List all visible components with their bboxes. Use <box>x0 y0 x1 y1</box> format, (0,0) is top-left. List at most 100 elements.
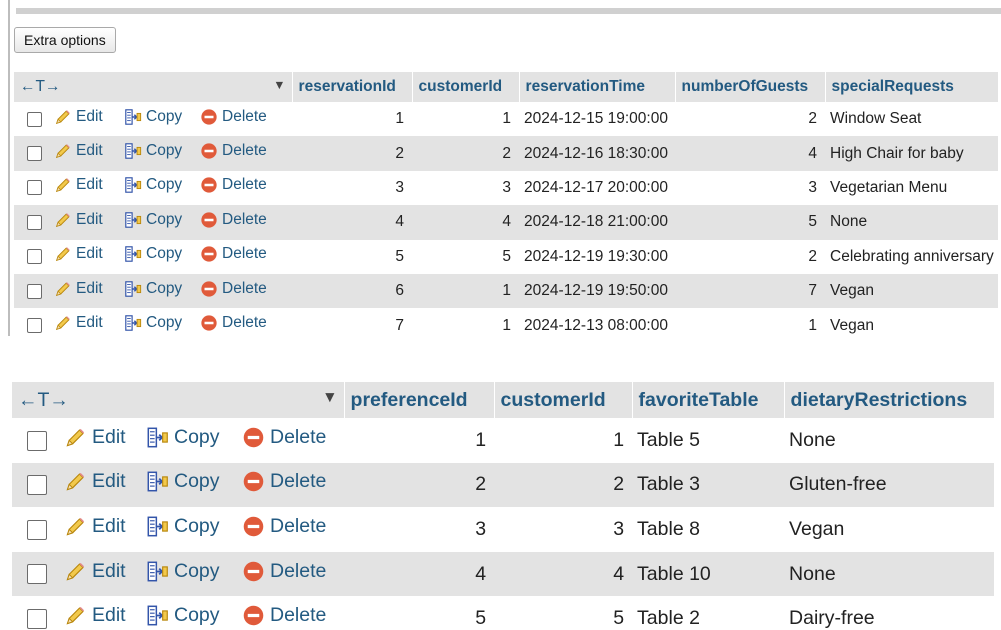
copy-link[interactable]: Copy <box>124 176 182 194</box>
delete-link[interactable]: Delete <box>242 560 326 583</box>
data-cell[interactable]: 4 <box>292 205 413 240</box>
data-cell[interactable]: 4 <box>412 205 520 240</box>
delete-link[interactable]: Delete <box>242 470 326 493</box>
row-checkbox[interactable] <box>27 317 42 333</box>
delete-link[interactable]: Delete <box>200 176 267 194</box>
row-checkbox[interactable] <box>27 475 47 496</box>
copy-link[interactable]: Copy <box>146 470 220 493</box>
data-cell[interactable]: High Chair for baby <box>825 136 999 171</box>
row-checkbox[interactable] <box>27 214 42 230</box>
data-cell[interactable]: 2024-12-18 21:00:00 <box>519 205 676 240</box>
data-cell[interactable]: 1 <box>675 308 826 343</box>
data-cell[interactable]: Window Seat <box>825 102 999 137</box>
copy-link[interactable]: Copy <box>124 245 182 263</box>
data-cell[interactable]: 1 <box>494 418 633 463</box>
delete-link[interactable]: Delete <box>200 314 267 332</box>
delete-link[interactable]: Delete <box>200 245 267 263</box>
column-header-customerId[interactable]: customerId <box>494 382 633 418</box>
column-header-favoriteTable[interactable]: favoriteTable <box>632 382 785 418</box>
data-cell[interactable]: Dairy-free <box>784 596 995 630</box>
data-cell[interactable]: 5 <box>412 239 520 274</box>
data-cell[interactable]: 2 <box>412 136 520 171</box>
data-cell[interactable]: 7 <box>292 308 413 343</box>
data-cell[interactable]: Table 8 <box>632 507 785 552</box>
copy-link[interactable]: Copy <box>146 426 220 449</box>
data-cell[interactable]: 2 <box>494 462 633 508</box>
data-cell[interactable]: 3 <box>494 507 633 552</box>
edit-link[interactable]: Edit <box>54 245 103 263</box>
edit-link[interactable]: Edit <box>54 314 103 332</box>
row-checkbox[interactable] <box>27 519 47 540</box>
column-header-specialRequests[interactable]: specialRequests <box>825 72 999 102</box>
row-checkbox[interactable] <box>27 145 42 161</box>
data-cell[interactable]: Gluten-free <box>784 462 995 508</box>
data-cell[interactable]: 3 <box>675 170 826 206</box>
copy-link[interactable]: Copy <box>124 211 182 229</box>
data-cell[interactable]: 1 <box>412 102 520 137</box>
delete-link[interactable]: Delete <box>200 211 267 229</box>
horizontal-scrollbar[interactable] <box>16 8 1001 14</box>
data-cell[interactable]: 3 <box>292 170 413 206</box>
copy-link[interactable]: Copy <box>124 314 182 332</box>
data-cell[interactable]: 3 <box>412 170 520 206</box>
column-header-reservationId[interactable]: reservationId <box>292 72 413 102</box>
data-cell[interactable]: 1 <box>412 273 520 309</box>
data-cell[interactable]: 2024-12-17 20:00:00 <box>519 170 676 206</box>
data-cell[interactable]: Table 3 <box>632 462 785 508</box>
row-checkbox[interactable] <box>27 249 42 265</box>
data-cell[interactable]: 2024-12-19 19:30:00 <box>519 239 676 274</box>
delete-link[interactable]: Delete <box>242 604 326 627</box>
data-cell[interactable]: 5 <box>292 239 413 274</box>
data-cell[interactable]: 5 <box>675 205 826 240</box>
copy-link[interactable]: Copy <box>146 560 220 583</box>
data-cell[interactable]: 4 <box>675 136 826 171</box>
edit-link[interactable]: Edit <box>64 515 126 538</box>
data-cell[interactable]: None <box>784 551 995 597</box>
edit-link[interactable]: Edit <box>54 211 103 229</box>
data-cell[interactable]: 2 <box>675 239 826 274</box>
copy-link[interactable]: Copy <box>146 515 220 538</box>
column-arrows-control[interactable]: ←T→ <box>14 78 60 96</box>
copy-link[interactable]: Copy <box>124 280 182 298</box>
data-cell[interactable]: 2 <box>344 462 495 508</box>
sort-options-caret[interactable]: ▼ <box>322 389 337 407</box>
edit-link[interactable]: Edit <box>54 108 103 126</box>
data-cell[interactable]: 2024-12-16 18:30:00 <box>519 136 676 171</box>
row-checkbox[interactable] <box>27 111 42 127</box>
data-cell[interactable]: Celebrating anniversary <box>825 239 999 274</box>
data-cell[interactable]: 2 <box>675 102 826 137</box>
data-cell[interactable]: 2024-12-13 08:00:00 <box>519 308 676 343</box>
edit-link[interactable]: Edit <box>64 560 126 583</box>
data-cell[interactable]: 2024-12-19 19:50:00 <box>519 273 676 309</box>
data-cell[interactable]: 4 <box>344 551 495 597</box>
edit-link[interactable]: Edit <box>54 142 103 160</box>
data-cell[interactable]: Vegan <box>784 507 995 552</box>
edit-link[interactable]: Edit <box>54 176 103 194</box>
column-header-numberOfGuests[interactable]: numberOfGuests <box>675 72 826 102</box>
copy-link[interactable]: Copy <box>124 108 182 126</box>
data-cell[interactable]: 7 <box>675 273 826 309</box>
data-cell[interactable]: Vegetarian Menu <box>825 170 999 206</box>
data-cell[interactable]: 5 <box>344 596 495 630</box>
sort-options-caret[interactable]: ▼ <box>273 78 285 92</box>
delete-link[interactable]: Delete <box>242 515 326 538</box>
edit-link[interactable]: Edit <box>54 280 103 298</box>
data-cell[interactable]: Vegan <box>825 308 999 343</box>
extra-options-button[interactable]: Extra options <box>14 27 116 53</box>
column-header-reservationTime[interactable]: reservationTime <box>519 72 676 102</box>
data-cell[interactable]: 1 <box>344 418 495 463</box>
column-header-dietaryRestrictions[interactable]: dietaryRestrictions <box>784 382 995 418</box>
edit-link[interactable]: Edit <box>64 604 126 627</box>
row-checkbox[interactable] <box>27 564 47 585</box>
data-cell[interactable]: None <box>825 205 999 240</box>
copy-link[interactable]: Copy <box>124 142 182 160</box>
data-cell[interactable]: Vegan <box>825 273 999 309</box>
edit-link[interactable]: Edit <box>64 426 126 449</box>
delete-link[interactable]: Delete <box>242 426 326 449</box>
column-arrows-control[interactable]: ←T→ <box>12 389 69 412</box>
data-cell[interactable]: None <box>784 418 995 463</box>
delete-link[interactable]: Delete <box>200 142 267 160</box>
edit-link[interactable]: Edit <box>64 470 126 493</box>
column-header-customerId[interactable]: customerId <box>412 72 520 102</box>
delete-link[interactable]: Delete <box>200 108 267 126</box>
